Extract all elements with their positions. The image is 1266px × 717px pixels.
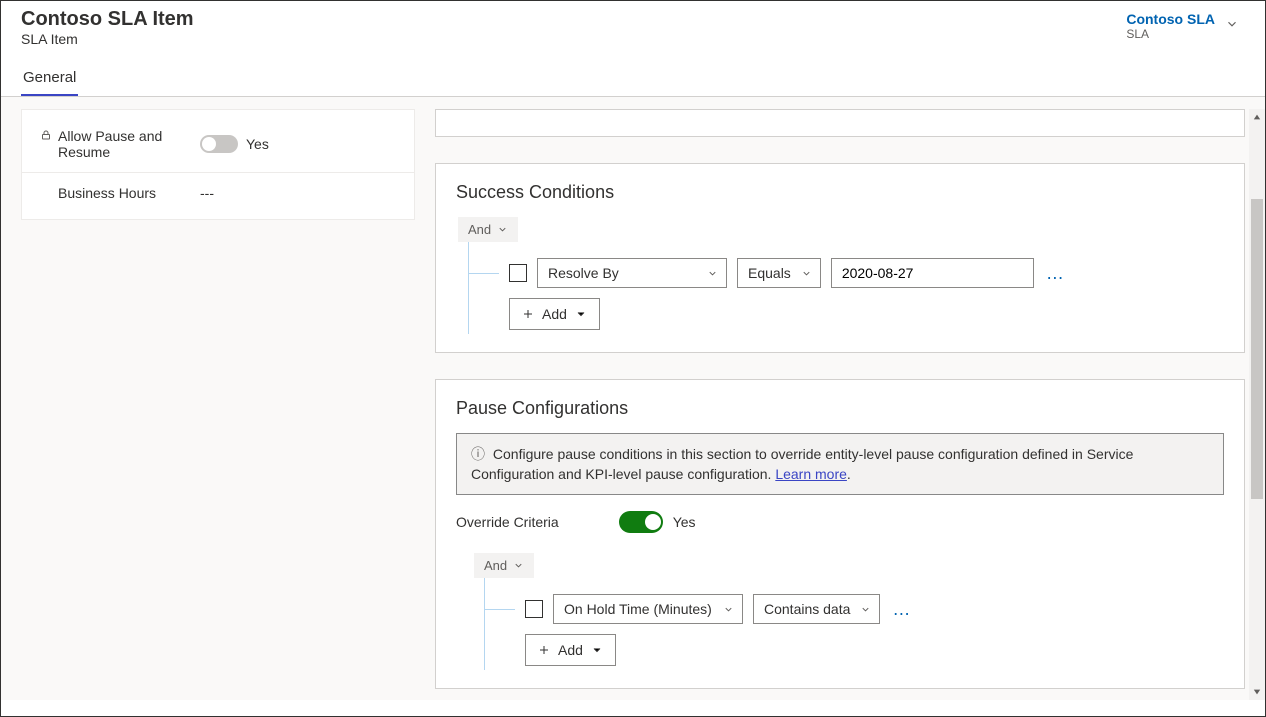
header-expand-chevron-icon[interactable] bbox=[1225, 17, 1239, 36]
success-field-value: Resolve By bbox=[548, 265, 619, 281]
success-conditions-builder: And Resolve By Equals bbox=[456, 217, 1224, 334]
pause-info-suffix: . bbox=[847, 466, 851, 482]
success-group-operator-label: And bbox=[468, 222, 491, 237]
pause-configurations-section: Pause Configurations ⓘ Configure pause c… bbox=[435, 379, 1245, 689]
success-operator-value: Equals bbox=[748, 265, 791, 281]
scroll-down-arrow-icon[interactable] bbox=[1249, 684, 1265, 700]
business-hours-value[interactable]: --- bbox=[200, 185, 214, 201]
success-conditions-title: Success Conditions bbox=[456, 182, 1224, 203]
allow-pause-resume-toggle[interactable] bbox=[200, 135, 238, 153]
lock-icon bbox=[40, 128, 52, 144]
success-condition-checkbox[interactable] bbox=[509, 264, 527, 282]
chevron-down-icon bbox=[707, 268, 718, 279]
scroll-up-arrow-icon[interactable] bbox=[1249, 109, 1265, 125]
success-value-field[interactable] bbox=[840, 264, 1025, 282]
pause-row-more-button[interactable]: … bbox=[890, 599, 914, 620]
page-header: Contoso SLA Item SLA Item Contoso SLA SL… bbox=[1, 1, 1265, 47]
chevron-down-icon bbox=[575, 308, 587, 320]
header-right: Contoso SLA SLA bbox=[1126, 7, 1245, 47]
pause-field-value: On Hold Time (Minutes) bbox=[564, 601, 712, 617]
parent-record-link[interactable]: Contoso SLA bbox=[1126, 11, 1215, 27]
allow-pause-resume-label-text: Allow Pause and Resume bbox=[58, 128, 200, 160]
left-panel: Allow Pause and Resume Yes Business Hour… bbox=[21, 109, 415, 700]
allow-pause-resume-label: Allow Pause and Resume bbox=[40, 128, 200, 160]
success-value-input[interactable] bbox=[831, 258, 1034, 288]
pause-info-banner: ⓘ Configure pause conditions in this sec… bbox=[456, 433, 1224, 495]
chevron-down-icon bbox=[591, 644, 603, 656]
pause-group-operator[interactable]: And bbox=[474, 553, 534, 578]
settings-card: Allow Pause and Resume Yes Business Hour… bbox=[21, 109, 415, 220]
success-add-button[interactable]: Add bbox=[509, 298, 600, 330]
header-left: Contoso SLA Item SLA Item bbox=[21, 7, 194, 47]
scrollbar-thumb[interactable] bbox=[1251, 199, 1263, 499]
override-criteria-toggle[interactable] bbox=[619, 511, 663, 533]
pause-add-label: Add bbox=[558, 642, 583, 658]
pause-operator-dropdown[interactable]: Contains data bbox=[753, 594, 880, 624]
success-group-operator[interactable]: And bbox=[458, 217, 518, 242]
form-body: Allow Pause and Resume Yes Business Hour… bbox=[1, 97, 1265, 700]
parent-record-type: SLA bbox=[1126, 27, 1215, 41]
tab-general[interactable]: General bbox=[21, 63, 78, 96]
success-operator-dropdown[interactable]: Equals bbox=[737, 258, 821, 288]
pause-group-operator-label: And bbox=[484, 558, 507, 573]
page-title: Contoso SLA Item bbox=[21, 7, 194, 31]
allow-pause-resume-control: Yes bbox=[200, 135, 269, 153]
tree-branch bbox=[485, 609, 515, 610]
pause-add-wrapper: Add bbox=[485, 634, 1224, 670]
success-row-more-button[interactable]: … bbox=[1044, 263, 1068, 284]
tab-bar: General bbox=[1, 63, 1265, 97]
business-hours-row: Business Hours --- bbox=[22, 173, 414, 213]
success-conditions-section: Success Conditions And Resolve By bbox=[435, 163, 1245, 353]
chevron-down-icon bbox=[801, 268, 812, 279]
parent-record[interactable]: Contoso SLA SLA bbox=[1126, 11, 1215, 41]
pause-condition-row: On Hold Time (Minutes) Contains data … bbox=[485, 578, 1224, 634]
vertical-scrollbar[interactable] bbox=[1249, 109, 1265, 700]
allow-pause-resume-row: Allow Pause and Resume Yes bbox=[22, 116, 414, 173]
tree-branch bbox=[469, 273, 499, 274]
success-add-wrapper: Add bbox=[469, 298, 1224, 334]
plus-icon bbox=[538, 644, 550, 656]
business-hours-label: Business Hours bbox=[40, 185, 200, 201]
success-condition-row: Resolve By Equals … bbox=[469, 242, 1224, 298]
chevron-down-icon bbox=[513, 560, 524, 571]
pause-conditions-builder: And On Hold Time (Minutes) C bbox=[472, 553, 1224, 670]
chevron-down-icon bbox=[860, 604, 871, 615]
chevron-down-icon bbox=[723, 604, 734, 615]
allow-pause-resume-value: Yes bbox=[246, 136, 269, 152]
override-criteria-label: Override Criteria bbox=[456, 514, 559, 530]
pause-add-button[interactable]: Add bbox=[525, 634, 616, 666]
success-condition-tree: Resolve By Equals … bbox=[468, 242, 1224, 334]
right-panel: Success Conditions And Resolve By bbox=[415, 109, 1265, 700]
pause-info-learn-more-link[interactable]: Learn more bbox=[775, 466, 847, 482]
page-subtitle: SLA Item bbox=[21, 31, 194, 47]
pause-condition-checkbox[interactable] bbox=[525, 600, 543, 618]
override-criteria-row: Override Criteria Yes bbox=[456, 511, 1224, 533]
previous-section-edge bbox=[435, 109, 1245, 137]
success-field-dropdown[interactable]: Resolve By bbox=[537, 258, 727, 288]
pause-operator-value: Contains data bbox=[764, 601, 850, 617]
chevron-down-icon bbox=[497, 224, 508, 235]
pause-field-dropdown[interactable]: On Hold Time (Minutes) bbox=[553, 594, 743, 624]
plus-icon bbox=[522, 308, 534, 320]
success-add-label: Add bbox=[542, 306, 567, 322]
info-icon: ⓘ bbox=[471, 446, 485, 462]
override-criteria-value: Yes bbox=[673, 514, 696, 530]
pause-condition-tree: On Hold Time (Minutes) Contains data … bbox=[484, 578, 1224, 670]
pause-configurations-title: Pause Configurations bbox=[456, 398, 1224, 419]
